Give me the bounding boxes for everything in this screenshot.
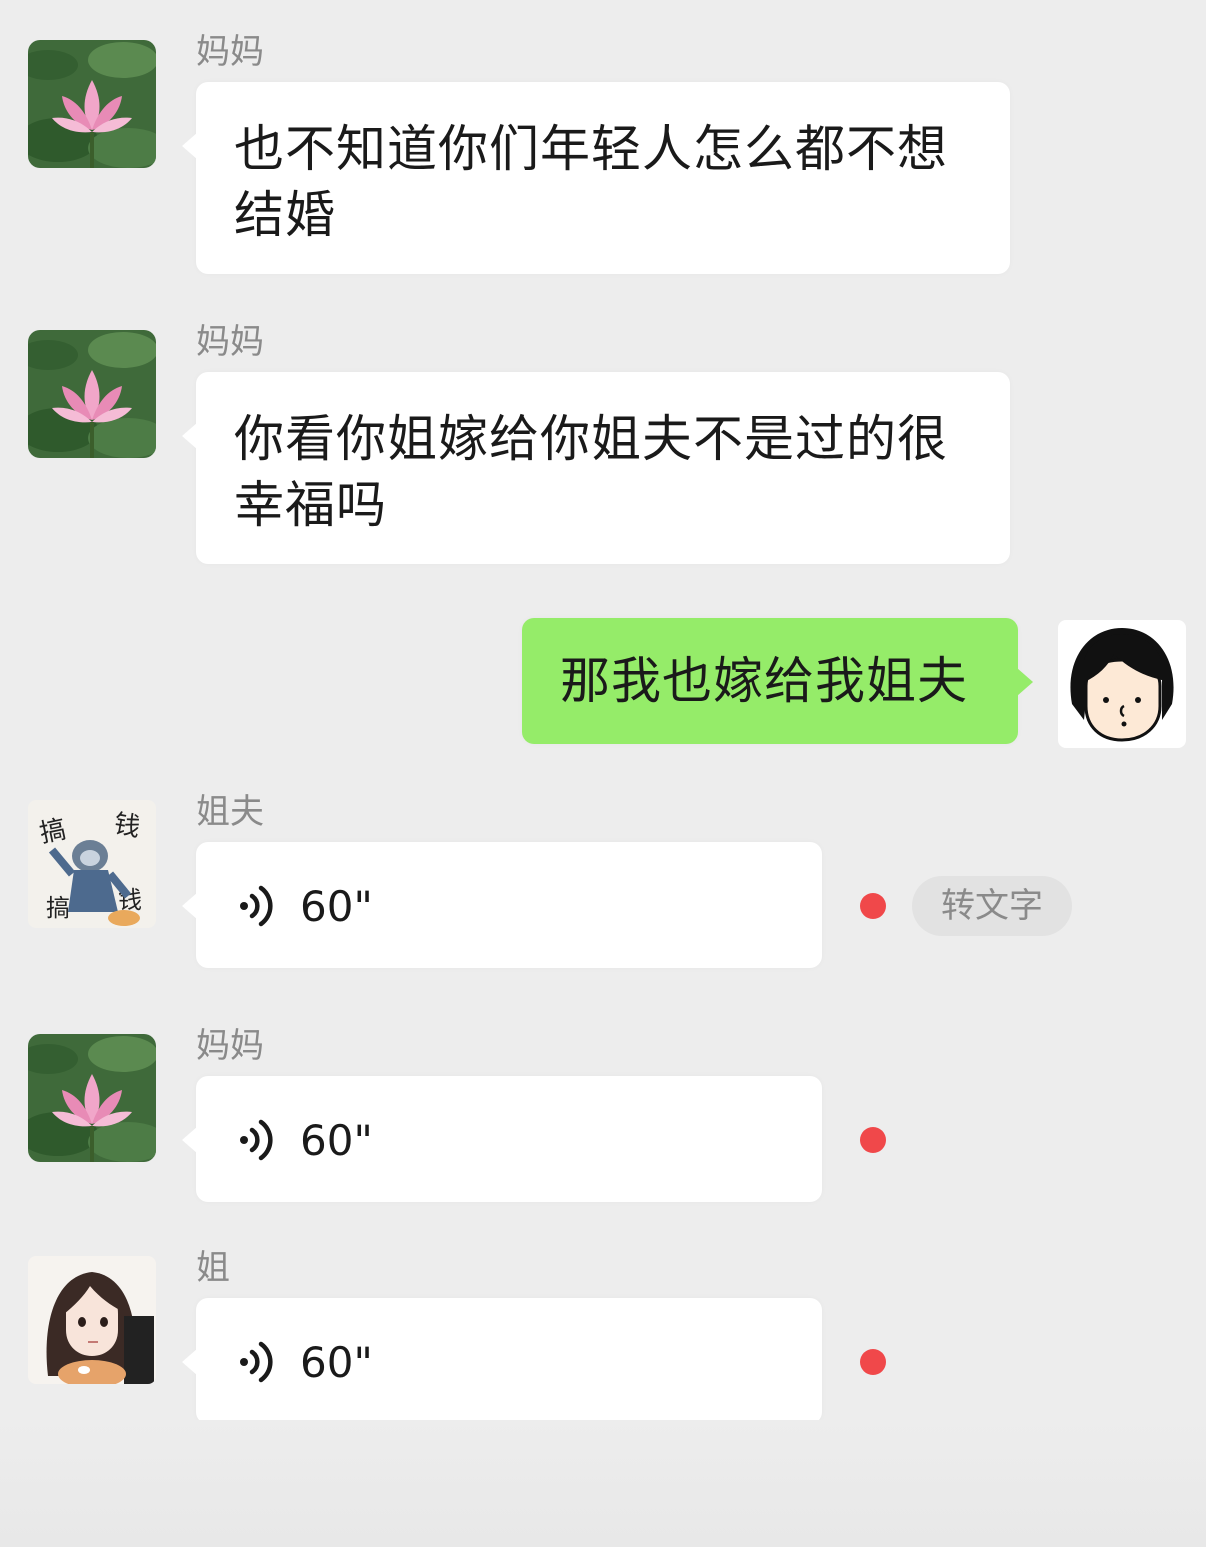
message-row: 搞 钱 搞 钱 姐夫 60" 转文字 — [0, 770, 1206, 1000]
voice-message: 60" — [236, 1115, 373, 1165]
unread-dot — [860, 1349, 886, 1375]
lotus-avatar[interactable] — [28, 1034, 156, 1162]
meme-avatar[interactable]: 搞 钱 搞 钱 — [28, 800, 156, 928]
message-row-outgoing: 那我也嫁给我姐夫 — [0, 600, 1206, 770]
sender-name: 妈妈 — [196, 322, 264, 362]
lotus-avatar[interactable] — [28, 40, 156, 168]
voice-message: 60" — [236, 881, 373, 931]
bottom-area — [0, 1420, 1206, 1547]
message-text: 那我也嫁给我姐夫 — [560, 652, 968, 710]
voice-duration: 60" — [300, 881, 373, 931]
voice-wave-icon — [240, 1341, 273, 1383]
voice-wave-icon — [240, 885, 273, 927]
sender-name: 姐 — [196, 1248, 230, 1288]
sender-name: 妈妈 — [196, 32, 264, 72]
message-row: 妈妈 你看你姐嫁给你姐夫不是过的很幸福吗 — [0, 290, 1206, 580]
message-bubble-outgoing[interactable]: 那我也嫁给我姐夫 — [522, 618, 1033, 744]
voice-wave-icon — [240, 1119, 273, 1161]
svg-text:钱: 钱 — [112, 809, 143, 843]
unread-dot — [860, 893, 886, 919]
voice-message: 60" — [236, 1337, 373, 1387]
message-row: 妈妈 60" — [0, 1000, 1206, 1230]
message-bubble[interactable]: 也不知道你们年轻人怎么都不想结婚 — [182, 82, 1010, 274]
convert-to-text-button[interactable]: 转文字 — [912, 876, 1072, 936]
sender-name: 姐夫 — [196, 792, 264, 832]
voice-message-bubble[interactable]: 60" — [182, 842, 822, 968]
svg-text:搞: 搞 — [46, 894, 70, 922]
message-row: 姐 60" — [0, 1230, 1206, 1450]
lotus-avatar[interactable] — [28, 330, 156, 458]
voice-duration: 60" — [300, 1337, 373, 1387]
unread-dot — [860, 1127, 886, 1153]
anime-girl-avatar[interactable] — [28, 1256, 156, 1384]
voice-message-bubble[interactable]: 60" — [182, 1298, 822, 1424]
message-row: 妈妈 也不知道你们年轻人怎么都不想结婚 — [0, 0, 1206, 290]
message-bubble[interactable]: 你看你姐嫁给你姐夫不是过的很幸福吗 — [182, 372, 1010, 564]
voice-message-bubble[interactable]: 60" — [182, 1076, 822, 1202]
cartoon-girl-avatar[interactable] — [1058, 620, 1186, 748]
chat-message-list[interactable]: 妈妈 也不知道你们年轻人怎么都不想结婚 妈妈 你看你姐嫁给你姐夫不是过的很幸福吗… — [0, 0, 1206, 1547]
message-text: 也不知道你们年轻人怎么都不想结婚 — [234, 120, 948, 244]
message-text: 你看你姐嫁给你姐夫不是过的很幸福吗 — [234, 410, 948, 534]
sender-name: 妈妈 — [196, 1026, 264, 1066]
voice-duration: 60" — [300, 1115, 373, 1165]
